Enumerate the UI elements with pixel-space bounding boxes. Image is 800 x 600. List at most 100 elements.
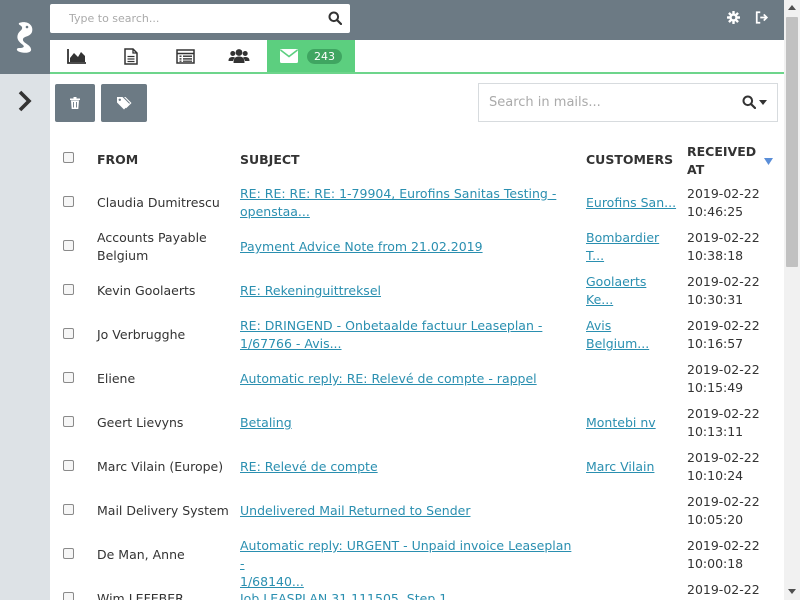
row-subject[interactable]: RE: Relevé de compte bbox=[240, 458, 576, 476]
row-subject[interactable]: Undelivered Mail Returned to Sender bbox=[240, 502, 576, 520]
chart-area-icon bbox=[67, 49, 86, 64]
row-subject-link[interactable]: Job LEASPLAN 31.111505, Step 1 bbox=[240, 591, 447, 600]
scroll-up-arrow[interactable] bbox=[788, 5, 796, 10]
row-checkbox[interactable] bbox=[63, 460, 74, 471]
mail-table: FROM SUBJECT CUSTOMERS RECEIVED AT Claud… bbox=[50, 140, 784, 600]
row-customer[interactable]: Montebi nv bbox=[586, 414, 678, 432]
row-time: 10:38:18 bbox=[687, 248, 744, 263]
row-from: Mail Delivery System bbox=[97, 503, 229, 518]
row-subject[interactable]: Payment Advice Note from 21.02.2019 bbox=[240, 238, 576, 256]
table-row[interactable]: Wim LEFEBER Job LEASPLAN 31.111505, Step… bbox=[50, 576, 784, 600]
row-customer-link[interactable]: Montebi nv bbox=[586, 415, 656, 430]
gear-icon[interactable] bbox=[727, 11, 740, 24]
column-received-at[interactable]: RECEIVED AT bbox=[687, 143, 756, 179]
tab-customers[interactable] bbox=[212, 40, 266, 72]
row-subject-line: Automatic reply: URGENT - Unpaid invoice… bbox=[240, 538, 572, 571]
row-received: 2019-02-22 10:00:18 bbox=[687, 537, 779, 573]
row-from: Kevin Goolaerts bbox=[97, 283, 196, 298]
tag-button[interactable] bbox=[101, 84, 147, 122]
row-from-line: Belgium bbox=[97, 248, 149, 263]
table-row[interactable]: Eliene Automatic reply: RE: Relevé de co… bbox=[50, 356, 784, 400]
column-subject[interactable]: SUBJECT bbox=[240, 152, 300, 167]
row-checkbox[interactable] bbox=[63, 284, 74, 295]
tab-mails[interactable]: 243 bbox=[267, 40, 355, 72]
select-all-checkbox[interactable] bbox=[63, 152, 74, 163]
tab-dashboard[interactable] bbox=[50, 40, 104, 72]
row-checkbox[interactable] bbox=[63, 548, 74, 559]
row-subject-link[interactable]: Payment Advice Note from 21.02.2019 bbox=[240, 239, 483, 254]
row-subject-line: RE: DRINGEND - Onbetaalde factuur Leasep… bbox=[240, 318, 543, 333]
row-from: Claudia Dumitrescu bbox=[97, 195, 220, 210]
row-customer-link[interactable]: Marc Vilain bbox=[586, 459, 654, 474]
row-subject-link[interactable]: RE: Relevé de compte bbox=[240, 459, 378, 474]
table-header: FROM SUBJECT CUSTOMERS RECEIVED AT bbox=[50, 140, 784, 180]
table-row[interactable]: Geert Lievyns Betaling Montebi nv 2019-0… bbox=[50, 400, 784, 444]
row-time: 10:46:25 bbox=[687, 204, 744, 219]
page-scrollbar[interactable] bbox=[784, 0, 800, 600]
row-customer[interactable]: Bombardier T... bbox=[586, 229, 678, 265]
mail-search-input[interactable] bbox=[479, 84, 729, 121]
table-row[interactable]: Accounts Payable Belgium Payment Advice N… bbox=[50, 224, 784, 268]
row-subject[interactable]: Job LEASPLAN 31.111505, Step 1 bbox=[240, 590, 576, 600]
row-subject-link[interactable]: Undelivered Mail Returned to Sender bbox=[240, 503, 470, 518]
column-received-label-2: AT bbox=[687, 162, 705, 177]
row-date: 2019-02-22 bbox=[687, 274, 760, 289]
row-from: Wim LEFEBER bbox=[97, 591, 184, 600]
app-logo[interactable] bbox=[0, 0, 50, 74]
trash-icon bbox=[70, 97, 80, 109]
row-customer-line: T... bbox=[586, 248, 605, 263]
table-row[interactable]: Marc Vilain (Europe) RE: Relevé de compt… bbox=[50, 444, 784, 488]
tab-list[interactable] bbox=[158, 40, 212, 72]
row-subject[interactable]: RE: RE: RE: RE: 1-79904, Eurofins Sanita… bbox=[240, 185, 576, 221]
row-checkbox[interactable] bbox=[63, 416, 74, 427]
table-row[interactable]: De Man, Anne Automatic reply: URGENT - U… bbox=[50, 532, 784, 589]
row-subject-link[interactable]: RE: Rekeninguittreksel bbox=[240, 283, 381, 298]
chevron-right-icon[interactable] bbox=[16, 90, 34, 112]
search-icon[interactable] bbox=[328, 11, 342, 25]
mail-search-button[interactable] bbox=[742, 95, 767, 109]
row-customer-line: Belgium... bbox=[586, 336, 650, 351]
scroll-down-arrow[interactable] bbox=[788, 589, 796, 594]
row-date: 2019-02-22 bbox=[687, 406, 760, 421]
scrollbar-thumb[interactable] bbox=[786, 17, 798, 267]
row-subject[interactable]: RE: DRINGEND - Onbetaalde factuur Leasep… bbox=[240, 317, 576, 353]
table-row[interactable]: Jo Verbrugghe RE: DRINGEND - Onbetaalde … bbox=[50, 312, 784, 356]
column-from[interactable]: FROM bbox=[97, 152, 138, 167]
table-row[interactable]: Mail Delivery System Undelivered Mail Re… bbox=[50, 488, 784, 532]
row-received: 2019-02-22 10:38:18 bbox=[687, 229, 779, 265]
row-checkbox[interactable] bbox=[63, 372, 74, 383]
column-customers[interactable]: CUSTOMERS bbox=[586, 152, 673, 167]
logout-icon[interactable] bbox=[755, 11, 769, 24]
tab-documents[interactable] bbox=[104, 40, 158, 72]
row-checkbox[interactable] bbox=[63, 328, 74, 339]
row-customer[interactable]: Avis Belgium... bbox=[586, 317, 678, 353]
sort-desc-icon[interactable] bbox=[764, 158, 773, 165]
delete-button[interactable] bbox=[55, 84, 95, 122]
row-customer-link[interactable]: Eurofins San... bbox=[586, 195, 676, 210]
global-search-input[interactable] bbox=[50, 4, 320, 33]
row-date: 2019-02-22 bbox=[687, 538, 760, 553]
row-subject[interactable]: RE: Rekeninguittreksel bbox=[240, 282, 576, 300]
row-customer[interactable]: Eurofins San... bbox=[586, 194, 678, 212]
row-subject-link[interactable]: Automatic reply: RE: Relevé de compte - … bbox=[240, 371, 537, 386]
global-search bbox=[50, 4, 350, 33]
row-checkbox[interactable] bbox=[63, 592, 74, 600]
row-date: 2019-02-22 bbox=[687, 230, 760, 245]
mail-search bbox=[478, 83, 778, 122]
row-customer[interactable]: Goolaerts Ke... bbox=[586, 273, 678, 309]
table-row[interactable]: Claudia Dumitrescu RE: RE: RE: RE: 1-799… bbox=[50, 180, 784, 224]
row-checkbox[interactable] bbox=[63, 240, 74, 251]
row-received: 2019-02-22 10:46:25 bbox=[687, 185, 779, 221]
row-from-line: Accounts Payable bbox=[97, 230, 207, 245]
row-subject[interactable]: Betaling bbox=[240, 414, 576, 432]
row-customer[interactable]: Marc Vilain bbox=[586, 458, 678, 476]
row-subject-link[interactable]: Betaling bbox=[240, 415, 292, 430]
row-checkbox[interactable] bbox=[63, 196, 74, 207]
row-received: 2019-02-22 bbox=[687, 581, 779, 599]
table-row[interactable]: Kevin Goolaerts RE: Rekeninguittreksel G… bbox=[50, 268, 784, 312]
row-subject[interactable]: Automatic reply: RE: Relevé de compte - … bbox=[240, 370, 576, 388]
row-subject-line: openstaa... bbox=[240, 204, 310, 219]
row-time: 10:10:24 bbox=[687, 468, 744, 483]
row-checkbox[interactable] bbox=[63, 504, 74, 515]
row-customer-line: Goolaerts bbox=[586, 274, 647, 289]
